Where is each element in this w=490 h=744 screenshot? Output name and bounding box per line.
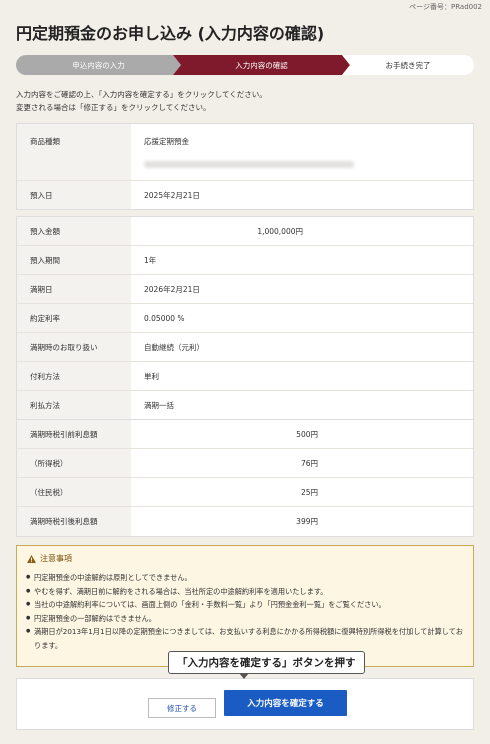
table-row: （所得税） 76円 (17, 449, 473, 478)
row-label: （所得税） (17, 449, 131, 477)
row-value: 単利 (144, 371, 159, 381)
list-item: 当社の中途解約利率については、画面上側の「金利・手数料一覧」より「円預金金利一覧… (26, 598, 463, 612)
row-value: 応援定期預金 (144, 137, 189, 146)
step-confirm-current: 入力内容の確認 (173, 55, 350, 75)
list-item: 円定期預金の中途解約は原則としてできません。 (26, 571, 463, 585)
row-value: 76円 (300, 458, 318, 468)
notice-header: 注意事項 (27, 553, 72, 564)
action-area: 修正する 入力内容を確定する (16, 678, 474, 730)
table-row: 預入金額 1,000,000円 (17, 217, 473, 246)
fix-button[interactable]: 修正する (148, 698, 216, 718)
row-label: 満期時税引後利息額 (17, 507, 131, 536)
list-item: やむを得ず、満期日前に解約をされる場合は、当社所定の中途解約利率を適用いたします… (26, 585, 463, 599)
step-input: 申込内容の入力 (16, 55, 181, 75)
row-value: 25円 (300, 487, 318, 497)
page-number: ページ番号：PRad002 (409, 3, 482, 11)
page-title: 円定期預金のお申し込み (入力内容の確認) (16, 24, 325, 43)
row-value: 自動継続（元利） (144, 342, 204, 352)
row-value: 満期一括 (144, 401, 174, 410)
table-row: 満期時税引後利息額 399円 (17, 507, 473, 536)
row-label: （住民税） (17, 478, 131, 506)
table-row: 預入期間 1年 (17, 246, 473, 275)
notice-title: 注意事項 (40, 554, 72, 563)
row-value: 2025年2月21日 (144, 190, 200, 200)
row-label: 満期時のお取り扱い (17, 333, 131, 361)
row-value: 500円 (296, 429, 318, 439)
list-item: 円定期預金の一部解約はできません。 (26, 612, 463, 626)
table-row: 付利方法 単利 (17, 362, 473, 391)
row-label: 預入期間 (17, 246, 131, 274)
instruction-callout: 「入力内容を確定する」ボタンを押す (168, 651, 365, 679)
product-table: 商品種類 応援定期預金 預入日 2025年2月21日 (16, 123, 474, 210)
table-row: 約定利率 0.05000 % (17, 304, 473, 333)
table-row: 商品種類 応援定期預金 (17, 124, 473, 181)
row-value: 399円 (296, 517, 318, 526)
row-label: 預入日 (17, 181, 131, 209)
warning-icon (27, 554, 36, 563)
interest-table: 満期時税引前利息額 500円 （所得税） 76円 （住民税） 25円 満期時税引… (16, 419, 474, 537)
list-item: 満期日が2013年1月1日以降の定期預金につきましては、お支払いする利息にかかる… (26, 625, 463, 652)
table-row: 満期日 2026年2月21日 (17, 275, 473, 304)
row-value-cell: 応援定期預金 (131, 124, 473, 180)
deposit-table: 預入金額 1,000,000円 預入期間 1年 満期日 2026年2月21日 約… (16, 216, 474, 421)
notice-list: 円定期預金の中途解約は原則としてできません。 やむを得ず、満期日前に解約をされる… (26, 571, 463, 652)
step-complete: お手続き完了 (342, 55, 474, 75)
row-value: 2026年2月21日 (144, 284, 200, 294)
row-label: 預入金額 (17, 217, 131, 245)
row-label: 付利方法 (17, 362, 131, 390)
intro-line-1: 入力内容をご確認の上、「入力内容を確定する」をクリックしてください。 (16, 90, 267, 99)
table-row: 満期時税引前利息額 500円 (17, 420, 473, 449)
row-value: 0.05000 % (144, 313, 185, 323)
table-row: 利払方法 満期一括 (17, 391, 473, 420)
intro-line-2: 変更される場合は「修正する」をクリックしてください。 (16, 103, 211, 112)
row-label: 満期日 (17, 275, 131, 303)
redacted-product-detail (144, 161, 354, 168)
row-label: 利払方法 (17, 391, 131, 420)
table-row: 満期時のお取り扱い 自動継続（元利） (17, 333, 473, 362)
confirm-button[interactable]: 入力内容を確定する (224, 690, 347, 716)
notice-box: 注意事項 円定期預金の中途解約は原則としてできません。 やむを得ず、満期日前に解… (16, 545, 474, 667)
progress-steps: 申込内容の入力 入力内容の確認 お手続き完了 (16, 55, 474, 75)
table-row: （住民税） 25円 (17, 478, 473, 507)
row-value: 1,000,000円 (257, 226, 303, 236)
table-row: 預入日 2025年2月21日 (17, 181, 473, 209)
row-value: 1年 (144, 255, 157, 265)
intro-text: 入力内容をご確認の上、「入力内容を確定する」をクリックしてください。 変更される… (16, 88, 476, 114)
row-label: 約定利率 (17, 304, 131, 332)
row-label: 商品種類 (17, 124, 131, 180)
row-label: 満期時税引前利息額 (17, 420, 131, 448)
